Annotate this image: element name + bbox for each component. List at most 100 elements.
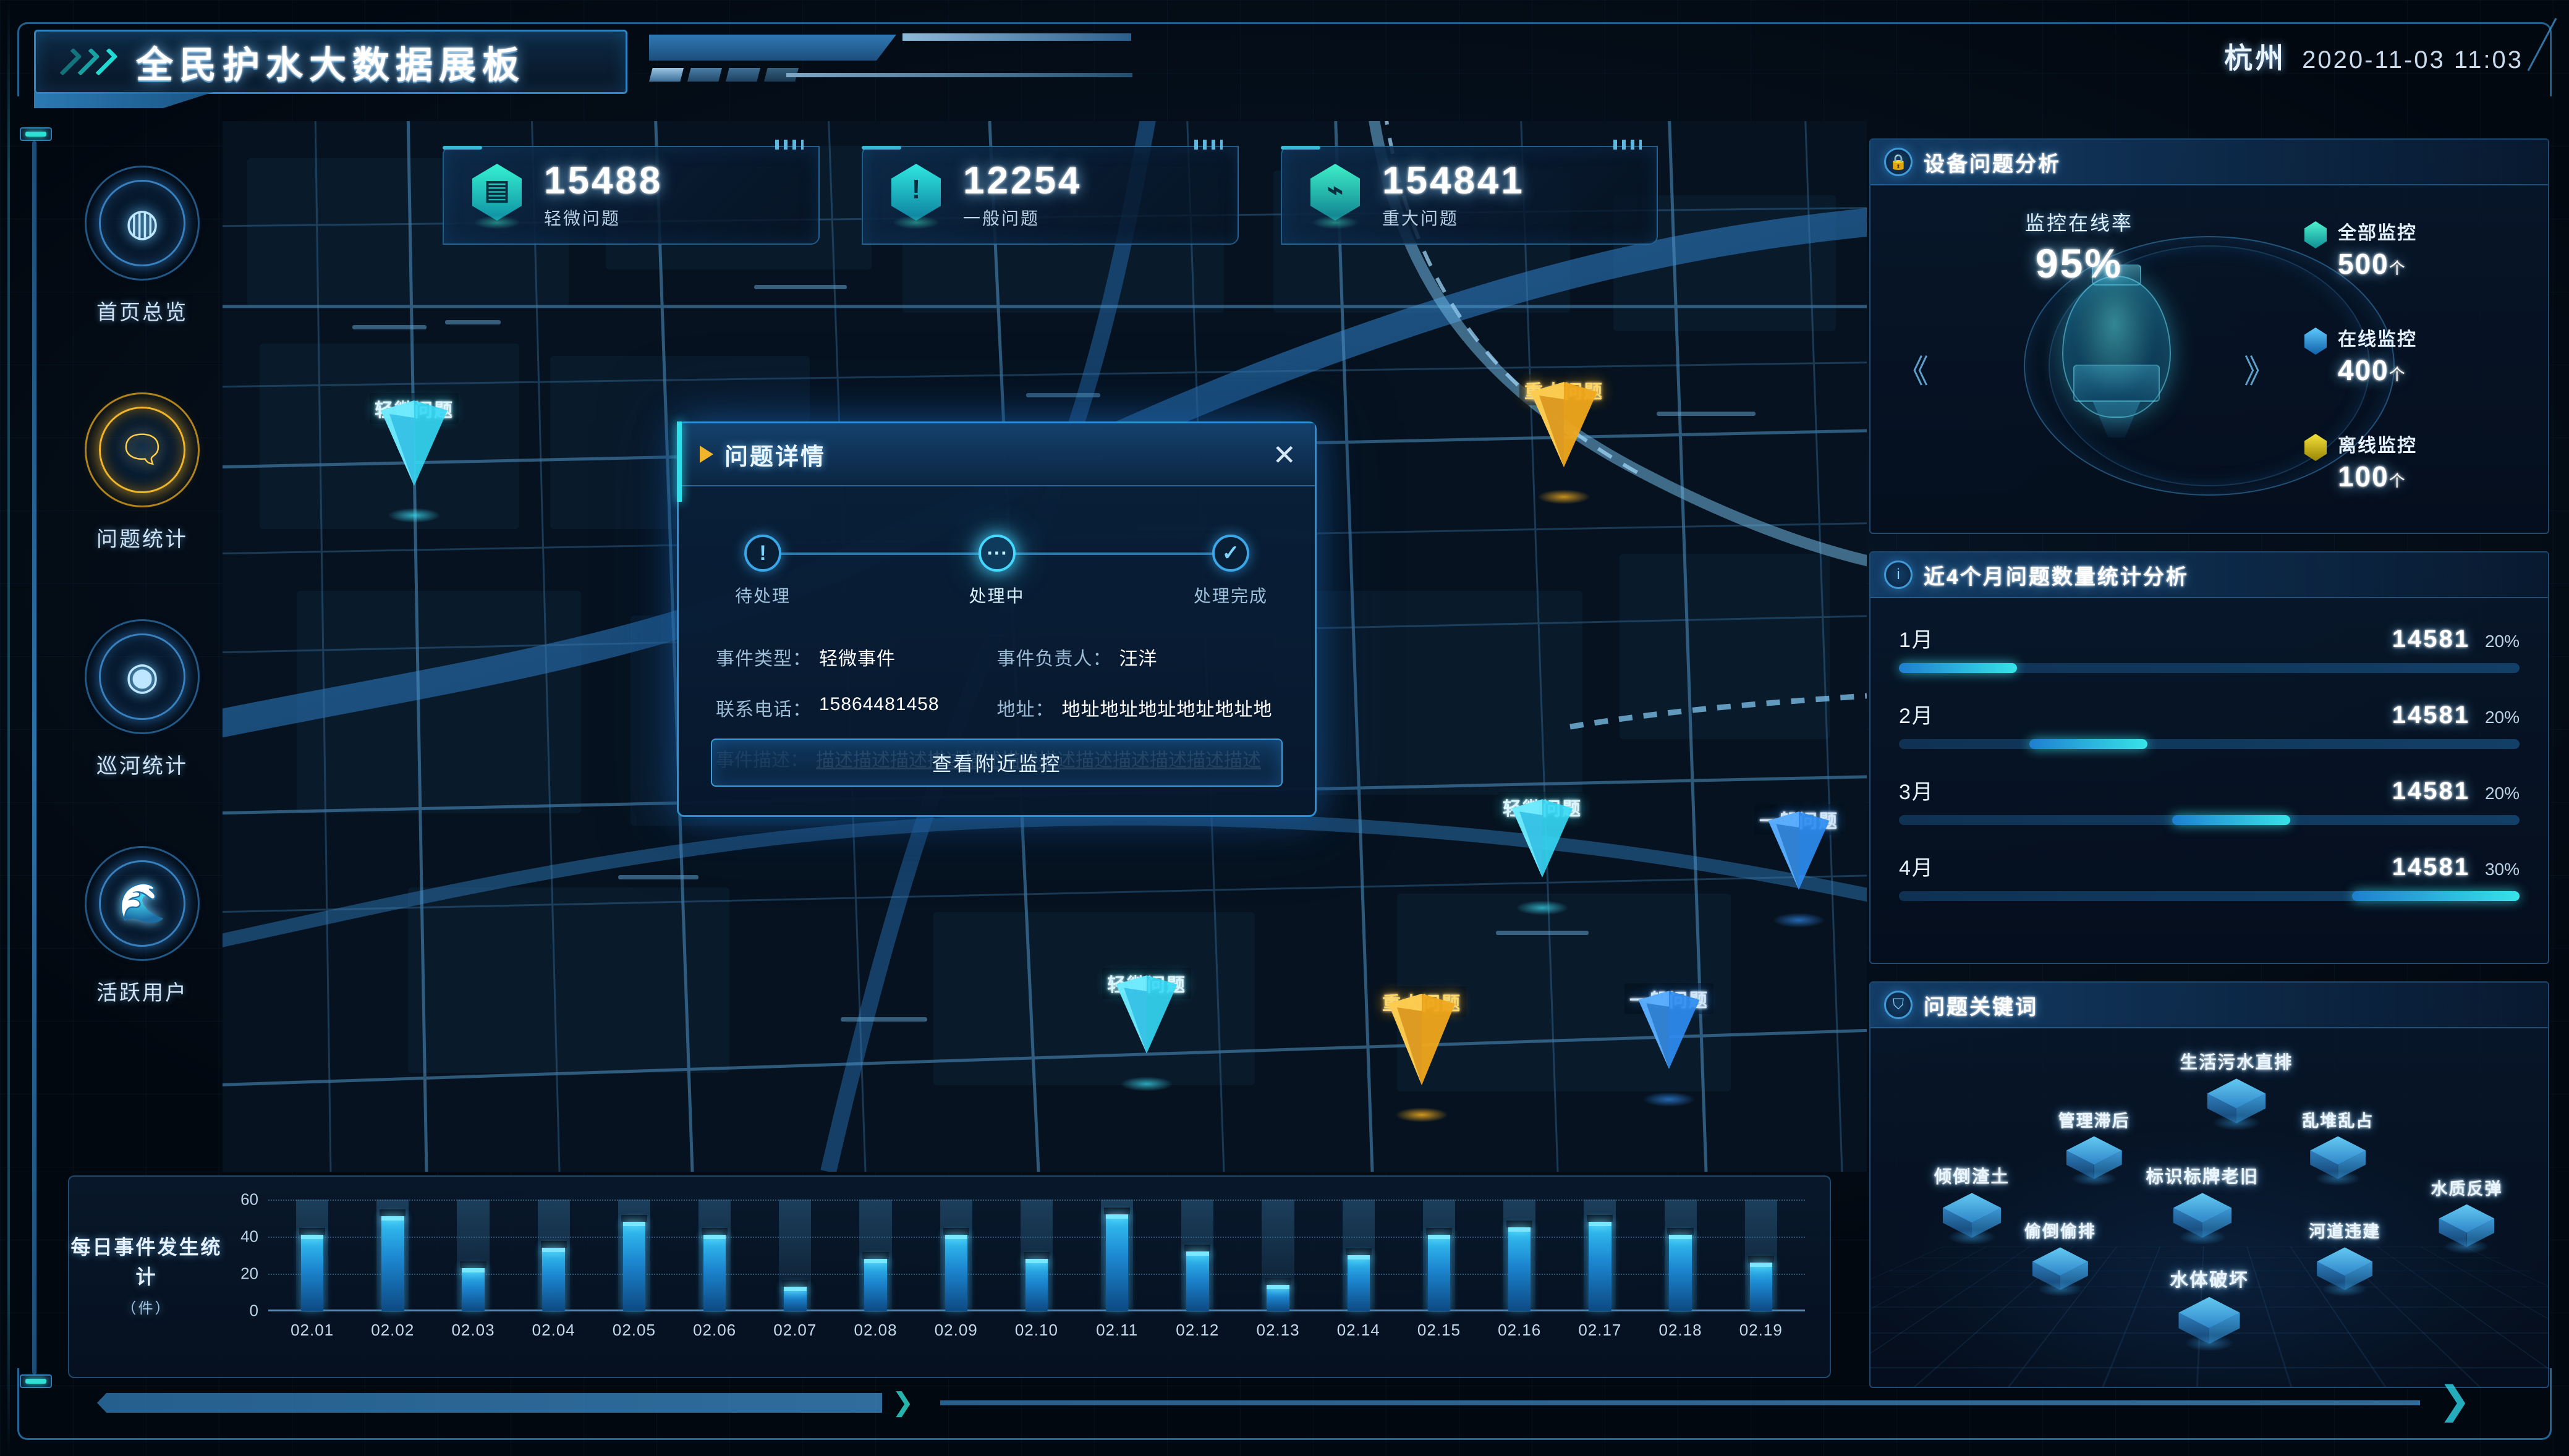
field-owner: 事件负责人： 汪洋 bbox=[997, 643, 1278, 671]
keyword-node[interactable]: 河道违建 bbox=[2309, 1218, 2380, 1293]
sidebar-item-label: 问题统计 bbox=[96, 522, 188, 552]
legend-value: 400 bbox=[2338, 354, 2389, 386]
chart-x-label: 02.09 bbox=[916, 1321, 996, 1340]
chart-bar-column bbox=[1560, 1200, 1640, 1311]
camera-hologram bbox=[2062, 261, 2171, 446]
y-tick: 40 bbox=[240, 1227, 258, 1246]
chevron-right-double-icon[interactable]: 》 bbox=[2244, 345, 2276, 392]
month-progress-track bbox=[1899, 891, 2520, 901]
chart-bar-column bbox=[996, 1200, 1077, 1311]
chart-x-label: 02.05 bbox=[594, 1321, 674, 1340]
online-rate: 监控在线率 95% bbox=[2025, 208, 2133, 287]
kpi-card-major[interactable]: ⌁ 154841 重大问题 bbox=[1281, 146, 1658, 245]
chevron-right-large-icon[interactable]: ❯ bbox=[2439, 1382, 2471, 1420]
field-key: 联系电话： bbox=[716, 694, 812, 721]
keyword-node[interactable]: 水质反弹 bbox=[2431, 1175, 2502, 1250]
month-name: 3月 bbox=[1899, 775, 1934, 805]
chart-bar-column bbox=[1238, 1200, 1318, 1311]
chart-x-label: 02.14 bbox=[1318, 1321, 1399, 1340]
dashboard-root: 全民护水大数据展板 杭州 2020-11-03 11:03 ◍ 首页总览 🗨 问… bbox=[0, 0, 2569, 1456]
keyword-label: 管理滞后 bbox=[2058, 1107, 2130, 1132]
step-completed[interactable]: ✓ 处理完成 bbox=[1163, 535, 1299, 607]
month-row: 3月 14581 20% bbox=[1899, 775, 2520, 825]
footer: ❯ ❯ bbox=[17, 1368, 2552, 1440]
chart-x-label: 02.03 bbox=[433, 1321, 513, 1340]
field-key: 事件负责人： bbox=[997, 643, 1112, 671]
keyword-node[interactable]: 标识标牌老旧 bbox=[2146, 1162, 2259, 1241]
chart-bar bbox=[945, 1235, 967, 1311]
cone-marker-icon bbox=[377, 393, 451, 486]
chart-x-label: 02.18 bbox=[1640, 1321, 1720, 1340]
keyword-label: 河道违建 bbox=[2309, 1218, 2380, 1242]
close-icon[interactable]: ✕ bbox=[1272, 441, 1296, 469]
cube-icon bbox=[2317, 1247, 2372, 1293]
kpi-card-normal[interactable]: ! 12254 一般问题 bbox=[862, 146, 1239, 245]
chart-plot-area: 60 40 20 0 02.01 02.02 02.03 02.04 02.05 02.0… bbox=[224, 1200, 1805, 1354]
kpi-label: 一般问题 bbox=[963, 205, 1082, 230]
kpi-card-minor[interactable]: ▤ 15488 轻微问题 bbox=[443, 146, 820, 245]
cube-icon bbox=[2032, 1247, 2088, 1293]
chart-bar bbox=[1025, 1259, 1048, 1311]
sidebar-nav: ◍ 首页总览 🗨 问题统计 ◉ 巡河统计 🌊 活跃用户 bbox=[74, 166, 210, 1073]
keyword-label: 乱堆乱占 bbox=[2302, 1107, 2374, 1132]
keyword-cloud: 生活污水直排管理滞后 乱堆乱占倾倒渣土 标识标牌老旧 水质反弹偷倒偷排 河道违建水体破坏 bbox=[1870, 1028, 2548, 1387]
sidebar-item-river-patrol[interactable]: ◉ 巡河统计 bbox=[74, 619, 210, 779]
cone-marker-icon bbox=[1113, 968, 1181, 1054]
cube-icon bbox=[1943, 1193, 2002, 1242]
chart-bar bbox=[542, 1248, 564, 1311]
legend-item-all: 全部监控 500个 bbox=[2304, 218, 2508, 281]
field-row: 联系电话： 15864481458 地址： 地址地址地址地址地址地 bbox=[716, 694, 1278, 721]
online-rate-value: 95% bbox=[2025, 240, 2133, 287]
chart-x-label: 02.06 bbox=[674, 1321, 755, 1340]
keyword-label: 水体破坏 bbox=[2170, 1265, 2249, 1292]
sidebar-item-problem-stats[interactable]: 🗨 问题统计 bbox=[74, 392, 210, 552]
keyword-node[interactable]: 生活污水直排 bbox=[2180, 1048, 2293, 1127]
keyword-node[interactable]: 偷倒偷排 bbox=[2024, 1218, 2096, 1293]
view-nearby-monitor-button[interactable]: 查看附近监控 bbox=[711, 739, 1283, 787]
footer-progress-pill[interactable] bbox=[97, 1393, 882, 1413]
y-tick: 0 bbox=[250, 1302, 258, 1321]
chart-x-label: 02.10 bbox=[996, 1321, 1077, 1340]
left-edge-line bbox=[7, 0, 10, 1456]
kpi-label: 轻微问题 bbox=[544, 205, 663, 230]
keyword-node[interactable]: 管理滞后 bbox=[2058, 1107, 2130, 1182]
field-key: 地址： bbox=[997, 694, 1055, 721]
device-legend: 全部监控 500个 在线监控 400个 离线监控 100个 bbox=[2304, 218, 2508, 536]
note-icon: ▤ bbox=[467, 161, 527, 229]
cube-icon bbox=[2310, 1136, 2366, 1182]
month-progress-fill bbox=[2172, 815, 2290, 825]
chart-bar bbox=[1106, 1214, 1128, 1311]
map-pin-icon: ◉ bbox=[125, 658, 159, 696]
chart-bar bbox=[301, 1235, 323, 1311]
field-value: 15864481458 bbox=[819, 694, 940, 721]
month-row: 4月 14581 30% bbox=[1899, 851, 2520, 901]
sidebar-item-overview[interactable]: ◍ 首页总览 bbox=[74, 166, 210, 326]
month-value: 14581 bbox=[2392, 853, 2470, 881]
keyword-node[interactable]: 水体破坏 bbox=[2170, 1265, 2249, 1347]
modal-header: 问题详情 ✕ bbox=[679, 423, 1315, 486]
keyword-node[interactable]: 乱堆乱占 bbox=[2302, 1107, 2374, 1182]
hex-icon bbox=[2304, 221, 2327, 248]
month-value: 14581 bbox=[2392, 777, 2470, 805]
step-pending[interactable]: ! 待处理 bbox=[695, 535, 831, 607]
chart-bar-column bbox=[514, 1200, 594, 1311]
sidebar-item-active-users[interactable]: 🌊 活跃用户 bbox=[74, 846, 210, 1006]
chevron-right-icon[interactable]: ❯ bbox=[892, 1389, 914, 1415]
chart-x-label: 02.11 bbox=[1077, 1321, 1157, 1340]
check-icon: ✓ bbox=[1212, 535, 1249, 572]
alarm-icon: ⌁ bbox=[1306, 161, 1365, 229]
field-value: 轻微事件 bbox=[819, 643, 896, 671]
chart-bar-column bbox=[1640, 1200, 1720, 1311]
field-phone: 联系电话： 15864481458 bbox=[716, 694, 997, 721]
wave-icon: 🌊 bbox=[118, 884, 166, 923]
exclamation-icon: ! bbox=[744, 535, 781, 572]
keyword-node[interactable]: 倾倒渣土 bbox=[1934, 1162, 2010, 1241]
step-processing[interactable]: ⋯ 处理中 bbox=[929, 535, 1065, 607]
chart-bar-column bbox=[916, 1200, 996, 1311]
kpi-value: 15488 bbox=[544, 161, 663, 201]
legend-value: 500 bbox=[2338, 248, 2389, 280]
header-status: 杭州 2020-11-03 11:03 bbox=[2224, 36, 2523, 77]
chevron-left-double-icon[interactable]: 《 bbox=[1896, 345, 1929, 392]
legend-value: 100 bbox=[2338, 460, 2389, 493]
chart-bar-column bbox=[352, 1200, 433, 1311]
